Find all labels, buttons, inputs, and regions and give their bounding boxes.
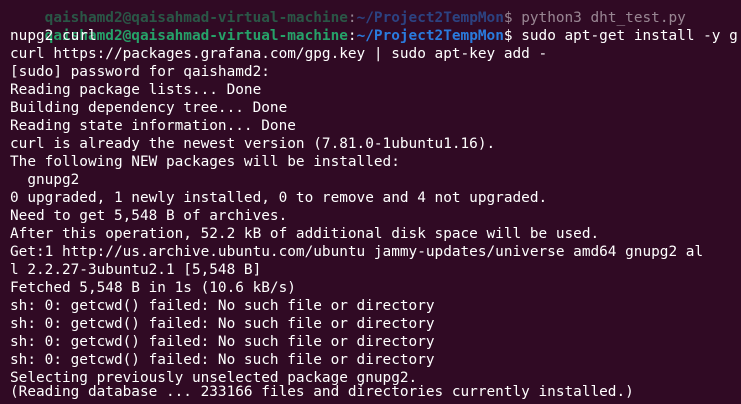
output-line: Building dependency tree... Done — [10, 100, 288, 116]
output-line: (Reading database ... 233166 files and d… — [10, 384, 634, 400]
output-line: sh: 0: getcwd() failed: No such file or … — [10, 298, 435, 314]
output-line: Fetched 5,548 B in 1s (10.6 kB/s) — [10, 280, 296, 296]
clipped-previous-prompt-line: qaishamd2@qaisahmad-virtual-machine:~/Pr… — [10, 0, 686, 26]
output-line: Get:1 http://us.archive.ubuntu.com/ubunt… — [10, 244, 704, 260]
output-line: gnupg2 — [10, 172, 80, 188]
terminal-window[interactable]: qaishamd2@qaisahmad-virtual-machine:~/Pr… — [0, 0, 741, 404]
output-line: sh: 0: getcwd() failed: No such file or … — [10, 316, 435, 332]
output-line: Need to get 5,548 B of archives. — [10, 208, 288, 224]
output-line: The following NEW packages will be insta… — [10, 154, 400, 170]
output-line: After this operation, 52.2 kB of additio… — [10, 226, 600, 242]
output-line: Reading package lists... Done — [10, 82, 262, 98]
prompt-line: qaishamd2@qaisahmad-virtual-machine:~/Pr… — [10, 9, 738, 44]
command-text: $ sudo apt-get install -y g — [503, 28, 738, 44]
output-line: nupg2 curl — [10, 28, 97, 44]
output-line: curl is already the newest version (7.81… — [10, 136, 496, 152]
prompt-separator: : — [347, 28, 357, 44]
prompt-path: ~/Project2TempMon — [356, 28, 504, 44]
output-line: l 2.2.27-3ubuntu2.1 [5,548 B] — [10, 262, 262, 278]
output-line: sh: 0: getcwd() failed: No such file or … — [10, 334, 435, 350]
output-line: curl https://packages.grafana.com/gpg.ke… — [10, 46, 548, 62]
output-line: [sudo] password for qaishamd2: — [10, 64, 270, 80]
output-line: sh: 0: getcwd() failed: No such file or … — [10, 352, 435, 368]
output-line: Reading state information... Done — [10, 118, 296, 134]
output-line: 0 upgraded, 1 newly installed, 0 to remo… — [10, 190, 548, 206]
